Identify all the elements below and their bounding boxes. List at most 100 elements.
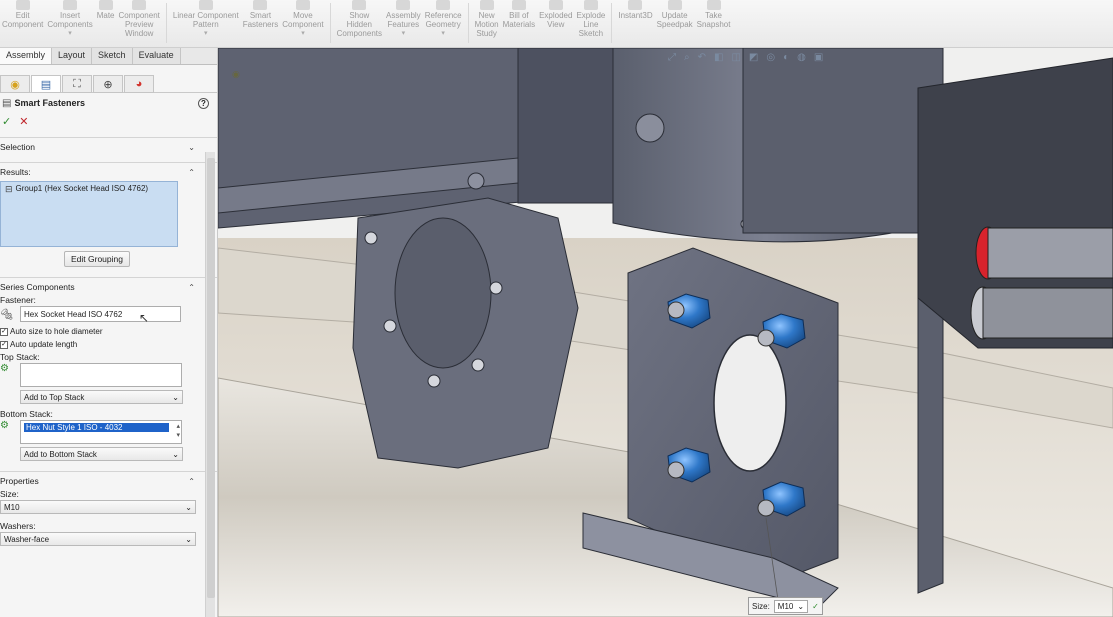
display-style-icon[interactable]: ◩ xyxy=(749,52,758,63)
chevron-down-icon: ⌄ xyxy=(172,449,179,459)
ribbon-button-label: Linear Component Pattern xyxy=(172,11,239,29)
manager-tabs: ◉ ▤ ⛶ ⊕ ◕ xyxy=(0,71,217,93)
list-item[interactable]: Group1 (Hex Socket Head ISO 4762) xyxy=(16,184,149,193)
panel-scrollbar[interactable] xyxy=(205,152,215,617)
bottom-stack-label: Bottom Stack: xyxy=(0,409,53,419)
configuration-icon: ⛶ xyxy=(73,77,81,90)
size-callout-label: Size: xyxy=(752,601,770,611)
properties-group: Properties ⌃ Size: M10 ⌄ Washers: Washer… xyxy=(0,471,217,546)
apply-scene-icon[interactable]: ◍ xyxy=(797,52,806,63)
tab-assembly[interactable]: Assembly xyxy=(0,48,53,64)
tab-evaluate[interactable]: Evaluate xyxy=(132,48,181,64)
drum-bolt xyxy=(635,113,665,143)
ribbon-button-assembly-features[interactable]: Assembly Features ▾ xyxy=(384,0,423,46)
help-icon[interactable]: ? xyxy=(198,97,209,109)
ribbon-button-snapshot[interactable]: Take Snapshot xyxy=(695,0,733,46)
group-title: Results: xyxy=(0,167,31,177)
add-to-bottom-stack-dropdown[interactable]: Add to Bottom Stack ⌄ xyxy=(20,447,183,461)
ribbon-separator xyxy=(329,3,331,43)
instant3d-icon xyxy=(628,0,643,10)
cancel-button[interactable]: ✕ xyxy=(19,115,28,128)
ribbon-button-label: Show Hidden Components xyxy=(336,11,382,38)
view-settings-icon[interactable]: ▣ xyxy=(814,52,823,63)
bottom-stack-icon: ⚙ xyxy=(0,420,9,431)
chevron-down-icon[interactable]: ▾ xyxy=(402,29,406,38)
graphics-area[interactable]: ◉ ⤢ ⌕ ↶ ◧ ◫ ◩ ◎ ◐ ◍ ▣ Size: M10 ⌄ ✓ xyxy=(218,48,1113,617)
results-list[interactable]: ⊟ Group1 (Hex Socket Head ISO 4762) xyxy=(0,181,178,247)
tab-sketch[interactable]: Sketch xyxy=(92,48,133,64)
ribbon-button-smart-fasteners[interactable]: Smart Fasteners xyxy=(241,0,281,46)
chevron-down-icon[interactable]: ▾ xyxy=(204,29,208,38)
edit-appearance-icon[interactable]: ◐ xyxy=(783,52,789,63)
command-manager-ribbon: Edit Component Insert Components ▾ Mate Comp… xyxy=(0,0,1113,48)
size-dropdown[interactable]: M10 ⌄ xyxy=(0,500,196,514)
selection-group-header[interactable]: Selection ⌄ xyxy=(0,140,217,154)
chevron-down-icon[interactable]: ▾ xyxy=(441,29,445,38)
ribbon-button-explode-line[interactable]: Explode Line Sketch xyxy=(574,0,607,46)
top-stack-icon: ⚙ xyxy=(0,363,9,374)
bottom-stack-list[interactable]: Hex Nut Style 1 ISO - 4032 ▴ ▾ xyxy=(20,420,182,444)
ribbon-button-instant3d[interactable]: Instant3D xyxy=(616,0,654,46)
section-view-icon[interactable]: ◧ xyxy=(714,52,723,63)
ribbon-button-label: Mate xyxy=(96,11,115,20)
spinner-arrows-icon[interactable]: ▴ ▾ xyxy=(176,422,180,440)
ok-button[interactable]: ✓ xyxy=(2,115,11,128)
ribbon-button-exploded-view[interactable]: Exploded View xyxy=(537,0,574,46)
chevron-down-icon: ⌄ xyxy=(172,392,179,402)
ribbon-button-show-hidden[interactable]: Show Hidden Components xyxy=(335,0,384,46)
results-group-header[interactable]: Results: ⌃ xyxy=(0,165,217,179)
chevron-down-icon[interactable]: ▾ xyxy=(68,29,72,38)
tab-layout[interactable]: Layout xyxy=(52,48,93,64)
edit-grouping-button[interactable]: Edit Grouping xyxy=(64,251,130,267)
flyout-feature-tree[interactable]: ◉ xyxy=(232,69,240,80)
scrollbar-thumb[interactable] xyxy=(206,158,215,598)
checkbox-checked-icon: ✓ xyxy=(0,327,8,336)
ribbon-button-label: Reference Geometry xyxy=(424,11,462,29)
ribbon-button-reference-geometry[interactable]: Reference Geometry ▾ xyxy=(423,0,464,46)
list-item-selected[interactable]: Hex Nut Style 1 ISO - 4032 xyxy=(24,423,169,432)
ribbon-button-move-component[interactable]: Move Component ▾ xyxy=(280,0,325,46)
previous-view-icon[interactable]: ↶ xyxy=(698,52,706,63)
series-components-header[interactable]: Series Components ⌃ xyxy=(0,280,217,294)
tab-feature-manager[interactable]: ◉ xyxy=(0,75,30,93)
top-stack-list[interactable] xyxy=(20,363,182,387)
chevron-up-icon: ⌃ xyxy=(188,282,195,292)
page-title: Smart Fasteners xyxy=(14,98,85,108)
ok-icon[interactable]: ✓ xyxy=(812,602,819,611)
size-callout[interactable]: Size: M10 ⌄ ✓ xyxy=(748,597,823,615)
display-manager-icon: ◕ xyxy=(135,78,143,90)
add-to-top-stack-dropdown[interactable]: Add to Top Stack ⌄ xyxy=(20,390,183,404)
bracket-bore xyxy=(394,217,492,369)
ribbon-button-component-preview[interactable]: Component Preview Window xyxy=(117,0,162,46)
mouse-cursor-icon: ↖ xyxy=(139,311,150,325)
tab-display-manager[interactable]: ◕ xyxy=(124,75,154,93)
zoom-area-icon[interactable]: ⌕ xyxy=(684,52,690,63)
properties-header[interactable]: Properties ⌃ xyxy=(0,474,217,488)
size-callout-dropdown[interactable]: M10 ⌄ xyxy=(773,599,809,613)
tab-configuration-manager[interactable]: ⛶ xyxy=(62,75,92,93)
zoom-to-fit-icon[interactable]: ⤢ xyxy=(668,52,676,63)
washers-dropdown[interactable]: Washer-face ⌄ xyxy=(0,532,196,546)
ribbon-button-insert-components[interactable]: Insert Components ▾ xyxy=(45,0,94,46)
tab-property-manager[interactable]: ▤ xyxy=(31,75,61,93)
view-orientation-icon[interactable]: ◫ xyxy=(731,52,740,63)
tab-dimxpert-manager[interactable]: ⊕ xyxy=(93,75,123,93)
ribbon-button-speedpak[interactable]: Update Speedpak xyxy=(655,0,695,46)
command-tabs: Assembly Layout Sketch Evaluate xyxy=(0,48,217,65)
auto-update-checkbox[interactable]: ✓ Auto update length xyxy=(0,338,217,351)
checkbox-label: Auto update length xyxy=(10,340,78,349)
ribbon-button-motion-study[interactable]: New Motion Study xyxy=(473,0,501,46)
ribbon-button-bom[interactable]: Bill of Materials xyxy=(501,0,537,46)
hide-show-icon[interactable]: ◎ xyxy=(766,52,775,63)
ribbon-button-linear-pattern[interactable]: Linear Component Pattern ▾ xyxy=(171,0,241,46)
fastener-field[interactable]: Hex Socket Head ISO 4762 xyxy=(20,306,181,322)
ribbon-button-mate[interactable]: Mate xyxy=(95,0,117,46)
ribbon-button-label: Bill of Materials xyxy=(502,11,536,29)
chevron-down-icon[interactable]: ▾ xyxy=(301,29,305,38)
assembly-model xyxy=(218,48,1113,617)
auto-size-checkbox[interactable]: ✓ Auto size to hole diameter xyxy=(0,325,217,338)
ribbon-button-edit-component[interactable]: Edit Component xyxy=(0,0,45,46)
chevron-down-icon: ⌄ xyxy=(185,534,192,544)
checkbox-label: Auto size to hole diameter xyxy=(10,327,103,336)
ribbon-button-label: Insert Components xyxy=(47,11,93,29)
